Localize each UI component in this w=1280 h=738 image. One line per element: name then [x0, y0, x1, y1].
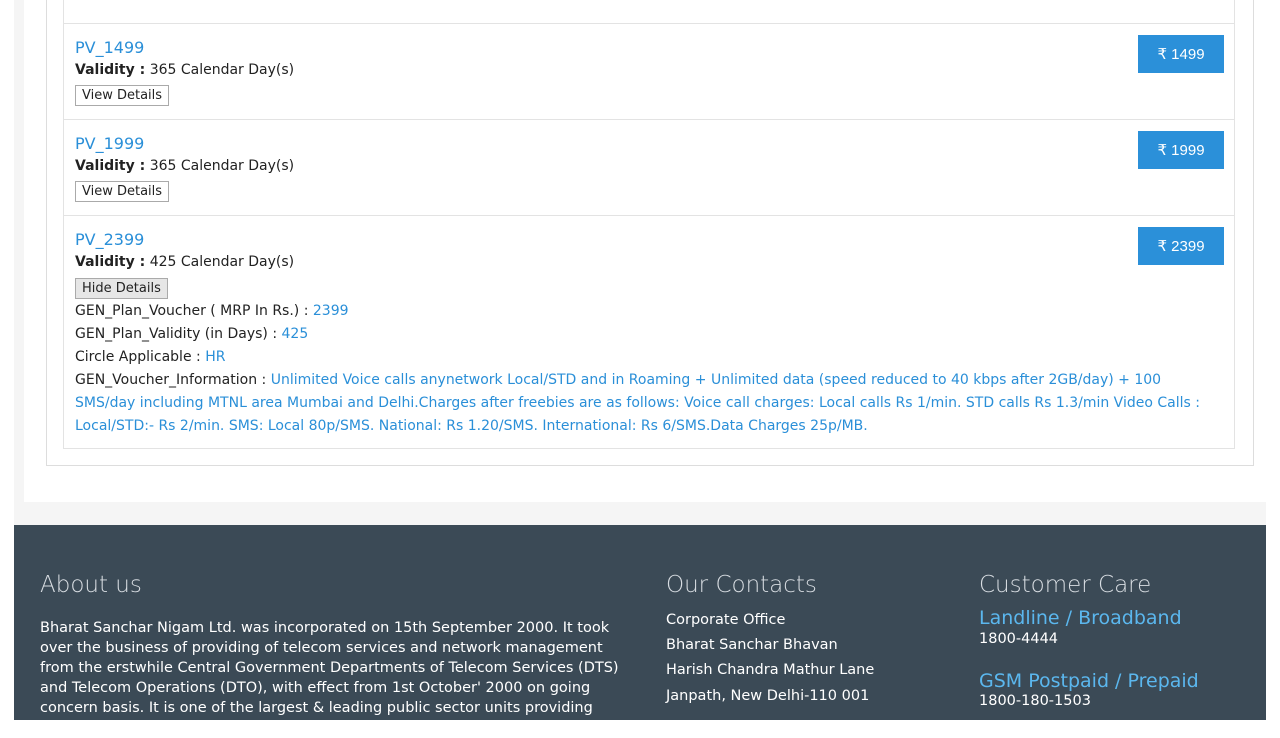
- detail-mrp-value: 2399: [312, 303, 349, 319]
- view-details-button[interactable]: View Details: [75, 181, 170, 202]
- detail-validity-days: GEN_Plan_Validity (in Days) : 425: [75, 326, 308, 342]
- plan-name[interactable]: PV_1999: [75, 134, 144, 153]
- plan-card-pv-1999: PV_1999 Validity : 365 Calendar Day(s) V…: [63, 119, 1235, 216]
- gsm-number: 1800-180-1503: [979, 693, 1091, 709]
- detail-validity-days-label: GEN_Plan_Validity (in Days) :: [75, 326, 278, 342]
- contact-line-2: Bharat Sanchar Bhavan: [666, 637, 838, 653]
- validity-value: 365 Calendar Day(s): [149, 62, 295, 78]
- plan-card: [63, 0, 1235, 24]
- plan-card-pv-2399: PV_2399 Validity : 425 Calendar Day(s) H…: [63, 215, 1235, 449]
- plan-validity: Validity : 365 Calendar Day(s): [75, 158, 294, 174]
- detail-info-label: GEN_Voucher_Information :: [75, 372, 267, 388]
- validity-label: Validity :: [75, 62, 146, 78]
- plan-name[interactable]: PV_1499: [75, 38, 144, 57]
- price-button[interactable]: ₹ 2399: [1138, 227, 1224, 265]
- customer-care-heading: Customer Care: [979, 572, 1152, 598]
- detail-mrp: GEN_Plan_Voucher ( MRP In Rs.) : 2399: [75, 303, 349, 319]
- contacts-heading: Our Contacts: [666, 572, 817, 598]
- detail-circle-value: HR: [205, 349, 226, 365]
- price-button[interactable]: ₹ 1999: [1138, 131, 1224, 169]
- validity-label: Validity :: [75, 254, 146, 270]
- plan-name[interactable]: PV_2399: [75, 230, 144, 249]
- validity-value: 425 Calendar Day(s): [149, 254, 295, 270]
- plan-validity: Validity : 365 Calendar Day(s): [75, 62, 294, 78]
- detail-voucher-info: GEN_Voucher_Information : Unlimited Voic…: [75, 369, 1225, 438]
- gsm-link[interactable]: GSM Postpaid / Prepaid: [979, 670, 1199, 692]
- plan-card-pv-1499: PV_1499 Validity : 365 Calendar Day(s) V…: [63, 23, 1235, 120]
- detail-mrp-label: GEN_Plan_Voucher ( MRP In Rs.) :: [75, 303, 309, 319]
- contact-line-3: Harish Chandra Mathur Lane: [666, 662, 875, 678]
- contact-line-4: Janpath, New Delhi-110 001: [666, 688, 870, 704]
- detail-validity-days-value: 425: [281, 326, 309, 342]
- validity-value: 365 Calendar Day(s): [149, 158, 295, 174]
- about-heading: About us: [40, 572, 142, 598]
- site-footer: About us Bharat Sanchar Nigam Ltd. was i…: [14, 525, 1266, 736]
- hide-details-button[interactable]: Hide Details: [75, 278, 168, 299]
- landline-link[interactable]: Landline / Broadband: [979, 607, 1182, 629]
- price-button[interactable]: ₹ 1499: [1138, 35, 1224, 73]
- plan-validity: Validity : 425 Calendar Day(s): [75, 254, 294, 270]
- view-details-button[interactable]: View Details: [75, 85, 170, 106]
- validity-label: Validity :: [75, 158, 146, 174]
- contact-line-1: Corporate Office: [666, 612, 786, 628]
- detail-circle-label: Circle Applicable :: [75, 349, 201, 365]
- landline-number: 1800-4444: [979, 631, 1059, 647]
- about-text: Bharat Sanchar Nigam Ltd. was incorporat…: [40, 620, 619, 736]
- detail-circle: Circle Applicable : HR: [75, 349, 225, 365]
